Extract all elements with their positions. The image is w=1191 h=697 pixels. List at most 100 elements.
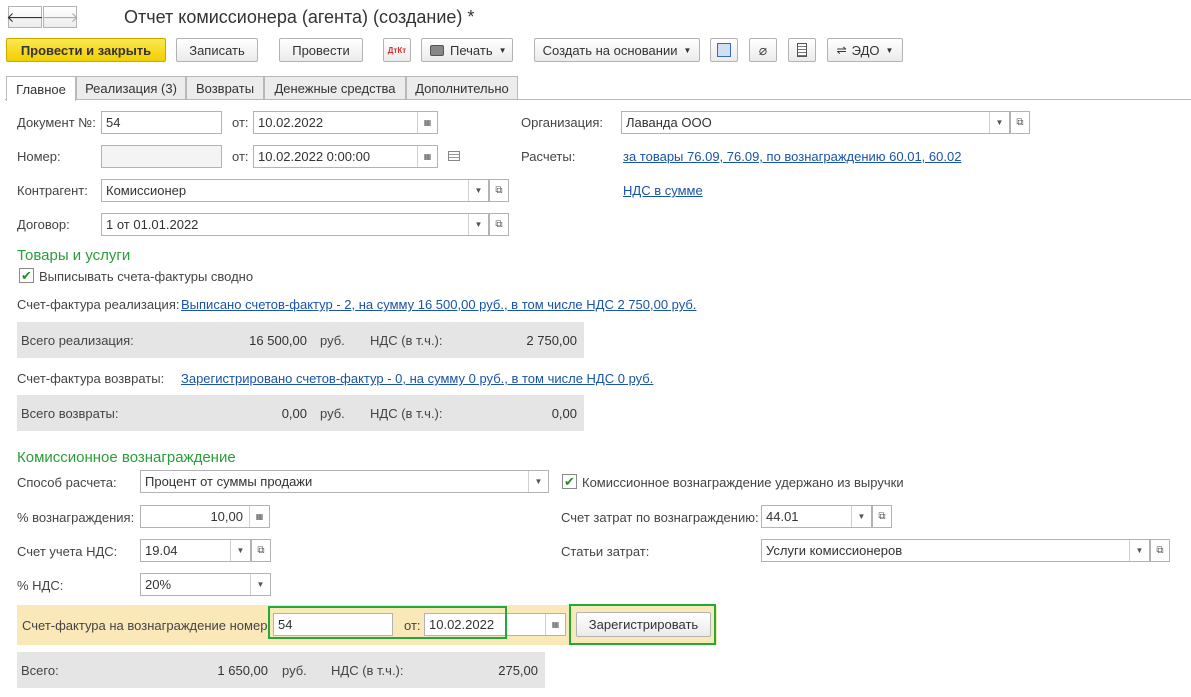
hierarchy-icon <box>717 43 731 57</box>
structure-button[interactable] <box>710 38 738 62</box>
invoice-no-label: Счет-фактура на вознаграждение номер: <box>22 618 272 633</box>
doc-no-input[interactable]: 54 <box>101 111 222 134</box>
chevron-down-icon[interactable]: ▼ <box>528 471 548 492</box>
chevron-down-icon: ▼ <box>683 45 692 55</box>
tab-money[interactable]: Денежные средства <box>264 76 406 100</box>
calendar-icon[interactable]: ▦ <box>417 112 437 133</box>
post-button[interactable]: Провести <box>279 38 363 62</box>
calculator-icon[interactable]: ▦ <box>249 506 269 527</box>
edo-button[interactable]: ⇌ ЭДО ▼ <box>827 38 903 62</box>
arrow-right-icon: 🡒 <box>41 8 79 25</box>
goods-section-title: Товары и услуги <box>17 247 131 264</box>
doc-no-label: Документ №: <box>17 115 96 130</box>
post-and-close-button[interactable]: Провести и закрыть <box>6 38 166 62</box>
contractor-value: Комиссионер <box>106 183 187 198</box>
returns-invoice-label: Счет-фактура возвраты: <box>17 371 165 386</box>
attach-button[interactable]: ⌀ <box>749 38 777 62</box>
vat-account-value: 19.04 <box>145 543 178 558</box>
create-based-on-button[interactable]: Создать на основании ▼ <box>534 38 700 62</box>
open-icon[interactable]: ⧉ <box>489 179 509 202</box>
contract-select[interactable]: 1 от 01.01.2022 ▼ <box>101 213 489 236</box>
open-icon[interactable]: ⧉ <box>489 213 509 236</box>
cost-items-label: Статьи затрат: <box>561 544 650 559</box>
vat-rate-select[interactable]: 20% ▼ <box>140 573 271 596</box>
tab-sales[interactable]: Реализация (3) <box>76 76 186 100</box>
tab-returns[interactable]: Возвраты <box>186 76 264 100</box>
chevron-down-icon[interactable]: ▼ <box>989 112 1009 133</box>
chevron-down-icon[interactable]: ▼ <box>468 214 488 235</box>
chevron-down-icon[interactable]: ▼ <box>1129 540 1149 561</box>
withheld-label: Комиссионное вознаграждение удержано из … <box>582 475 904 490</box>
cost-account-select[interactable]: 44.01 ▼ <box>761 505 872 528</box>
chevron-down-icon[interactable]: ▼ <box>250 574 270 595</box>
doc-date-input[interactable]: 10.02.2022 ▦ <box>253 111 438 134</box>
printer-icon <box>430 44 444 56</box>
settlements-label: Расчеты: <box>521 149 576 164</box>
number-date-value: 10.02.2022 0:00:00 <box>258 149 371 164</box>
percent-input[interactable]: 10,00 ▦ <box>140 505 270 528</box>
vat-label: НДС (в т.ч.): <box>331 663 404 678</box>
cost-account-value: 44.01 <box>766 509 799 524</box>
contractor-label: Контрагент: <box>17 183 88 198</box>
cost-account-label: Счет затрат по вознаграждению: <box>561 510 759 525</box>
contractor-select[interactable]: Комиссионер ▼ <box>101 179 489 202</box>
org-value: Лаванда ООО <box>626 115 712 130</box>
chevron-down-icon[interactable]: ▼ <box>851 506 871 527</box>
commission-section-title: Комиссионное вознаграждение <box>17 449 236 466</box>
report-button[interactable] <box>788 38 816 62</box>
calendar-icon[interactable]: ▦ <box>417 146 437 167</box>
returns-invoice-link[interactable]: Зарегистрировано счетов-фактур - 0, на с… <box>181 371 653 386</box>
back-button[interactable]: 🡐 <box>6 6 44 28</box>
list-icon <box>797 43 807 57</box>
number-date-label: от: <box>232 149 249 164</box>
cost-items-select[interactable]: Услуги комиссионеров ▼ <box>761 539 1150 562</box>
vat-incl-label: НДС (в т.ч.): <box>370 406 443 421</box>
chevron-down-icon[interactable]: ▼ <box>230 540 250 561</box>
sales-invoice-link[interactable]: Выписано счетов-фактур - 2, на сумму 16 … <box>181 297 696 312</box>
arrow-left-icon: 🡐 <box>6 8 44 25</box>
open-icon[interactable]: ⧉ <box>1010 111 1030 134</box>
method-select[interactable]: Процент от суммы продажи ▼ <box>140 470 549 493</box>
chevron-down-icon: ▼ <box>498 45 507 55</box>
combined-invoices-checkbox[interactable]: ✔ <box>19 268 34 283</box>
total-sales-label: Всего реализация: <box>21 333 134 348</box>
dt-kt-button[interactable]: ДтКт <box>383 38 411 62</box>
open-icon[interactable]: ⧉ <box>872 505 892 528</box>
edo-icon: ⇌ <box>836 43 847 57</box>
chevron-down-icon[interactable]: ▼ <box>468 180 488 201</box>
org-select[interactable]: Лаванда ООО ▼ <box>621 111 1010 134</box>
withheld-checkbox[interactable]: ✔ <box>562 474 577 489</box>
vat-rate-value: 20% <box>145 577 172 592</box>
vat-account-select[interactable]: 19.04 ▼ <box>140 539 251 562</box>
paperclip-icon: ⌀ <box>758 41 768 58</box>
tab-main[interactable]: Главное <box>6 76 76 101</box>
vat-incl-label: НДС (в т.ч.): <box>370 333 443 348</box>
calendar-icon[interactable]: ▦ <box>545 614 565 635</box>
currency-label: руб. <box>282 663 307 678</box>
open-icon[interactable]: ⧉ <box>1150 539 1170 562</box>
comment-icon[interactable] <box>448 151 460 161</box>
save-button[interactable]: Записать <box>176 38 258 62</box>
method-label: Способ расчета: <box>17 475 117 490</box>
doc-date-label: от: <box>232 115 249 130</box>
number-input[interactable] <box>101 145 222 168</box>
number-date-input[interactable]: 10.02.2022 0:00:00 ▦ <box>253 145 438 168</box>
number-label: Номер: <box>17 149 61 164</box>
total-label: Всего: <box>21 663 59 678</box>
vat-link[interactable]: НДС в сумме <box>623 183 703 198</box>
doc-date-value: 10.02.2022 <box>258 115 324 130</box>
combined-invoices-label: Выписывать счета-фактуры сводно <box>39 269 254 284</box>
forward-button[interactable]: 🡒 <box>41 6 79 28</box>
contract-value: 1 от 01.01.2022 <box>106 217 199 232</box>
print-button[interactable]: Печать ▼ <box>421 38 513 62</box>
vat-account-label: Счет учета НДС: <box>17 544 118 559</box>
vat-rate-label: % НДС: <box>17 578 64 593</box>
edo-label: ЭДО <box>851 42 880 58</box>
total-sales-vat-value: 2 750,00 <box>526 333 577 348</box>
tab-additional[interactable]: Дополнительно <box>406 76 518 100</box>
settlements-link[interactable]: за товары 76.09, 76.09, по вознаграждени… <box>623 149 961 164</box>
total-sales-value: 16 500,00 <box>249 333 307 348</box>
open-icon[interactable]: ⧉ <box>251 539 271 562</box>
total-returns-vat-value: 0,00 <box>551 406 577 421</box>
percent-label: % вознаграждения: <box>17 510 135 525</box>
